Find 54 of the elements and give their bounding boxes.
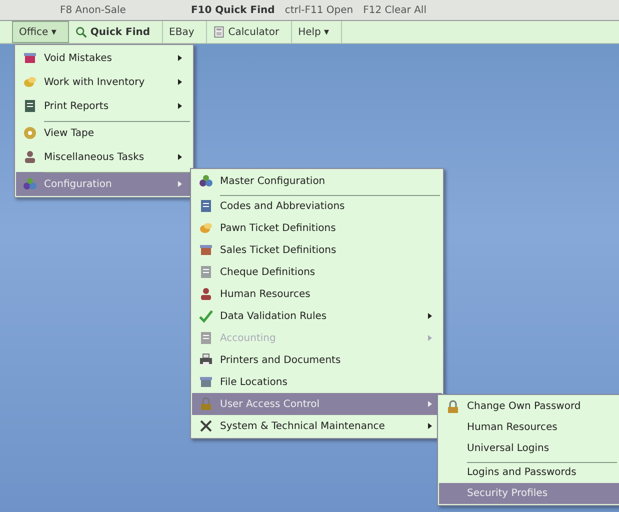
- menu-item[interactable]: Printers and Documents: [192, 349, 442, 371]
- search-icon: [75, 26, 88, 38]
- person-icon: [23, 150, 37, 164]
- document-icon: [199, 331, 213, 345]
- menu-item[interactable]: Human Resources: [192, 283, 442, 305]
- calculator-icon: [213, 26, 226, 38]
- menu-item[interactable]: Codes and Abbreviations: [192, 195, 442, 217]
- lock-icon: [446, 400, 460, 414]
- menu-item[interactable]: Sales Ticket Definitions: [192, 239, 442, 261]
- submenu-arrow-icon: [428, 401, 432, 407]
- submenu-arrow-icon: [428, 423, 432, 429]
- menu-item[interactable]: Human Resources: [439, 417, 619, 438]
- shortcut-hint: ctrl-F11 Open: [284, 4, 354, 16]
- document-icon: [23, 99, 37, 113]
- tape-roll-icon: [23, 126, 37, 140]
- menu-item[interactable]: Change Own Password: [439, 396, 619, 417]
- menu-item[interactable]: File Locations: [192, 371, 442, 393]
- toolbar-button[interactable]: Quick Find: [69, 21, 164, 43]
- menu-item[interactable]: Cheque Definitions: [192, 261, 442, 283]
- submenu-arrow-icon: [178, 181, 182, 187]
- checkmark-icon: [199, 309, 213, 323]
- toolbar-button[interactable]: Calculator: [207, 21, 292, 43]
- toolbar-button[interactable]: Help ▾: [292, 21, 342, 43]
- submenu-arrow-icon: [178, 55, 182, 61]
- menu-item[interactable]: Pawn Ticket Definitions: [192, 217, 442, 239]
- toolbar-button[interactable]: EBay: [163, 21, 208, 43]
- menu-item[interactable]: Logins and Passwords: [439, 462, 619, 483]
- menu-item[interactable]: Miscellaneous Tasks: [16, 145, 192, 169]
- submenu-arrow-icon: [178, 79, 182, 85]
- box-icon: [23, 51, 37, 65]
- menu-item[interactable]: Universal Logins: [439, 438, 619, 459]
- box-icon: [199, 243, 213, 257]
- menu-item[interactable]: Work with Inventory: [16, 70, 192, 94]
- document-icon: [199, 199, 213, 213]
- coins-icon: [23, 75, 37, 89]
- menu-item[interactable]: Data Validation Rules: [192, 305, 442, 327]
- box-icon: [199, 375, 213, 389]
- printer-icon: [199, 353, 213, 367]
- submenu-arrow-icon: [178, 103, 182, 109]
- menu-item[interactable]: Print Reports: [16, 94, 192, 118]
- menu-item[interactable]: Void Mistakes: [16, 46, 192, 70]
- coins-icon: [199, 221, 213, 235]
- submenu-arrow-icon: [428, 313, 432, 319]
- menu-item[interactable]: View Tape: [16, 121, 192, 145]
- menu-item[interactable]: Master Configuration: [192, 170, 442, 192]
- shortcut-hint: F8 Anon-Sale: [60, 4, 126, 16]
- shortcut-hint: F10 Quick Find: [190, 4, 275, 16]
- submenu-arrow-icon: [428, 335, 432, 341]
- lock-icon: [199, 397, 213, 411]
- document-icon: [199, 265, 213, 279]
- shortcut-hint: F12 Clear All: [363, 4, 426, 16]
- toolbar-button[interactable]: Office ▾: [12, 21, 70, 43]
- person-icon: [199, 287, 213, 301]
- submenu-arrow-icon: [178, 154, 182, 160]
